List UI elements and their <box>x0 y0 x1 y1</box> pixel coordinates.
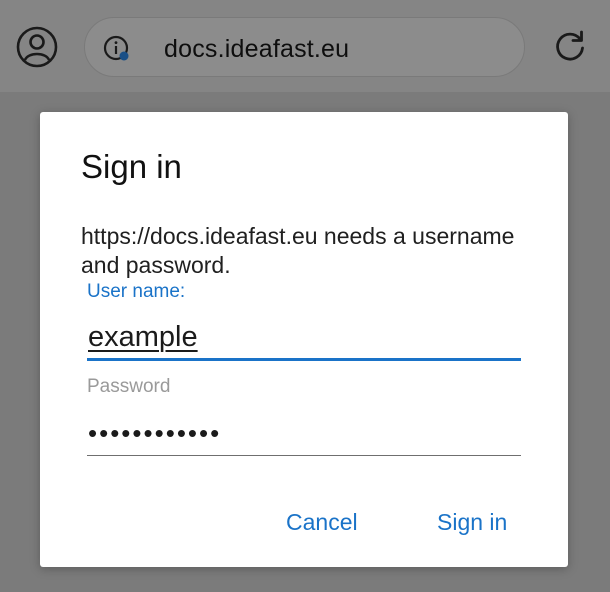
sign-in-button[interactable]: Sign in <box>437 505 507 539</box>
cancel-button[interactable]: Cancel <box>286 505 358 539</box>
reload-icon[interactable] <box>551 28 589 66</box>
sign-in-dialog: Sign in https://docs.ideafast.eu needs a… <box>40 112 568 567</box>
password-label: Password <box>87 376 171 397</box>
browser-toolbar: docs.ideafast.eu <box>0 0 610 92</box>
password-underline <box>87 455 521 456</box>
address-bar[interactable]: docs.ideafast.eu <box>84 17 525 77</box>
profile-icon[interactable] <box>16 26 58 68</box>
username-field[interactable] <box>87 317 521 357</box>
username-underline <box>87 358 521 361</box>
password-field[interactable] <box>87 414 521 452</box>
dialog-title: Sign in <box>81 148 182 185</box>
dialog-message: https://docs.ideafast.eu needs a usernam… <box>81 223 515 278</box>
info-icon[interactable] <box>103 35 131 63</box>
url-text[interactable]: docs.ideafast.eu <box>164 35 349 63</box>
username-label: User name: <box>87 281 186 302</box>
